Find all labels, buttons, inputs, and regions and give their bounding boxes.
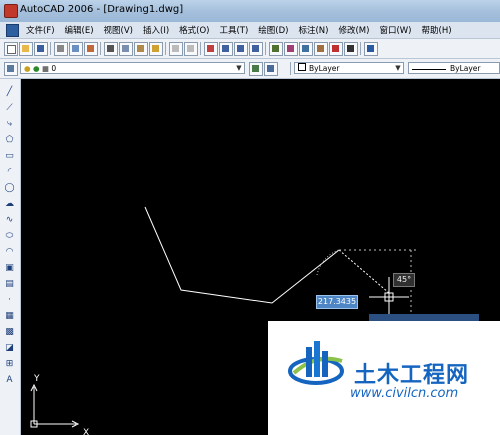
- zoom-window-icon[interactable]: [234, 42, 248, 56]
- make-block-icon[interactable]: ▤: [4, 279, 15, 290]
- menu-item-window[interactable]: 窗口(W): [379, 24, 411, 36]
- layer-freeze-icon: ●: [32, 64, 40, 73]
- toolbar-separator: [360, 42, 361, 55]
- menu-item-view[interactable]: 视图(V): [104, 24, 133, 36]
- polygon-icon[interactable]: ⬠: [4, 135, 15, 146]
- undo-icon[interactable]: [169, 42, 183, 56]
- chevron-down-icon[interactable]: ▼: [394, 64, 402, 72]
- tool-palettes-icon[interactable]: [299, 42, 313, 56]
- menu-items: 文件(F) 编辑(E) 视图(V) 插入(I) 格式(O) 工具(T) 绘图(D…: [26, 24, 452, 36]
- draw-toolbar: ╱ ⟋ ⤷ ⬠ ▭ ◜ ◯ ☁ ∿ ⬭ ◠ ▣ ▤ · ▦ ▩ ◪ ⊞ A: [0, 79, 21, 435]
- zoom-previous-icon[interactable]: [249, 42, 263, 56]
- plot-preview-icon[interactable]: [69, 42, 83, 56]
- help-icon[interactable]: [364, 42, 378, 56]
- region-icon[interactable]: ◪: [4, 343, 15, 354]
- sheet-set-icon[interactable]: [314, 42, 328, 56]
- ucs-x-label: X: [83, 428, 90, 435]
- linetype-preview: [412, 68, 446, 70]
- menu-item-dimension[interactable]: 标注(N): [298, 24, 328, 36]
- print-icon[interactable]: [54, 42, 68, 56]
- toolbar-separator: [50, 42, 51, 55]
- layer-on-icon: ●: [24, 64, 31, 73]
- linetype-combo[interactable]: ByLayer: [408, 62, 500, 74]
- arc-icon[interactable]: ◜: [4, 167, 15, 178]
- ucs-y-label: Y: [34, 374, 40, 384]
- toolbar-separator: [265, 42, 266, 55]
- autocad-app-icon[interactable]: [4, 4, 18, 18]
- gradient-icon[interactable]: ▩: [4, 327, 15, 338]
- save-icon[interactable]: [34, 42, 48, 56]
- hatch-icon[interactable]: ▦: [4, 311, 15, 322]
- toolbar-separator: [100, 42, 101, 55]
- layer-combo[interactable]: ● ● ■ 0 ▼: [20, 62, 245, 74]
- rectangle-icon[interactable]: ▭: [4, 151, 15, 162]
- ellipse-arc-icon[interactable]: ◠: [4, 247, 15, 258]
- menu-item-help[interactable]: 帮助(H): [422, 24, 452, 36]
- dynamic-input-length[interactable]: 217.3435: [316, 295, 358, 309]
- menu-item-modify[interactable]: 修改(M): [338, 24, 369, 36]
- dynamic-input-angle[interactable]: 45°: [393, 273, 415, 287]
- civilcn-logo-icon: [288, 341, 344, 385]
- new-file-icon[interactable]: [4, 42, 18, 56]
- menu-bar: 文件(F) 编辑(E) 视图(V) 插入(I) 格式(O) 工具(T) 绘图(D…: [0, 22, 500, 39]
- design-center-icon[interactable]: [284, 42, 298, 56]
- markup-icon[interactable]: [329, 42, 343, 56]
- circle-icon[interactable]: ◯: [4, 183, 15, 194]
- color-combo[interactable]: ByLayer ▼: [294, 62, 404, 74]
- open-file-icon[interactable]: [19, 42, 33, 56]
- insert-block-icon[interactable]: ▣: [4, 263, 15, 274]
- make-current-layer-icon[interactable]: [249, 62, 263, 76]
- pan-icon[interactable]: [204, 42, 218, 56]
- linetype-value: ByLayer: [450, 64, 481, 73]
- menu-item-draw[interactable]: 绘图(D): [258, 24, 288, 36]
- properties-icon[interactable]: [269, 42, 283, 56]
- construction-line-icon[interactable]: ⟋: [4, 103, 15, 114]
- menu-item-insert[interactable]: 插入(I): [143, 24, 169, 36]
- toolbar-separator: [200, 42, 201, 55]
- line-icon[interactable]: ╱: [4, 87, 15, 98]
- menu-item-format[interactable]: 格式(O): [179, 24, 209, 36]
- polyline-segment-drawn: [144, 206, 340, 304]
- layer-manager-icon[interactable]: [4, 62, 18, 76]
- color-swatch: [298, 63, 306, 71]
- table-icon[interactable]: ⊞: [4, 359, 15, 370]
- match-properties-icon[interactable]: [149, 42, 163, 56]
- layers-toolbar: ● ● ■ 0 ▼ ByLayer ▼ ByLayer: [0, 59, 500, 79]
- redo-icon[interactable]: [184, 42, 198, 56]
- multiline-text-icon[interactable]: A: [4, 375, 15, 386]
- rubber-band-line: [338, 249, 390, 294]
- menu-item-edit[interactable]: 编辑(E): [65, 24, 94, 36]
- color-value: ByLayer: [309, 64, 340, 73]
- menu-item-tools[interactable]: 工具(T): [219, 24, 248, 36]
- angle-arc: [316, 249, 340, 276]
- ellipse-icon[interactable]: ⬭: [4, 231, 15, 242]
- layer-previous-icon[interactable]: [264, 62, 278, 76]
- layer-lock-icon: ■: [41, 64, 49, 73]
- spline-icon[interactable]: ∿: [4, 215, 15, 226]
- paste-icon[interactable]: [134, 42, 148, 56]
- zoom-realtime-icon[interactable]: [219, 42, 233, 56]
- cut-icon[interactable]: [104, 42, 118, 56]
- current-layer-name: 0: [51, 64, 57, 73]
- window-title: AutoCAD 2006 - [Drawing1.dwg]: [20, 4, 184, 15]
- polyline-icon[interactable]: ⤷: [4, 119, 15, 130]
- watermark-logo: 土木工程网 www.civilcn.com: [268, 321, 500, 435]
- chevron-down-icon[interactable]: ▼: [235, 64, 243, 72]
- calculator-icon[interactable]: [344, 42, 358, 56]
- point-icon[interactable]: ·: [4, 295, 15, 306]
- title-bar: AutoCAD 2006 - [Drawing1.dwg]: [0, 0, 500, 22]
- revision-cloud-icon[interactable]: ☁: [4, 199, 15, 210]
- ucs-icon: [30, 383, 80, 428]
- watermark-url: www.civilcn.com: [350, 386, 459, 401]
- standard-toolbar: [0, 39, 500, 59]
- document-icon[interactable]: [6, 24, 19, 37]
- watermark-name: 土木工程网: [354, 363, 470, 388]
- toolbar-separator: [290, 62, 291, 75]
- toolbar-separator: [165, 42, 166, 55]
- publish-icon[interactable]: [84, 42, 98, 56]
- copy-icon[interactable]: [119, 42, 133, 56]
- menu-item-file[interactable]: 文件(F): [26, 24, 55, 36]
